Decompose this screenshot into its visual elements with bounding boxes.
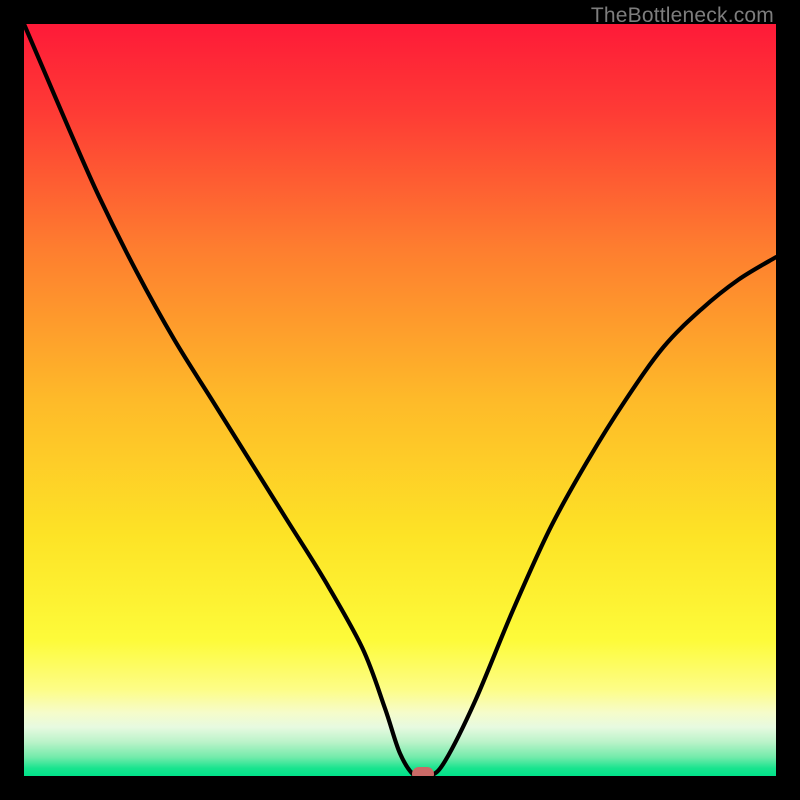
gradient-background [24,24,776,776]
chart-frame: TheBottleneck.com [0,0,800,800]
plot-area [24,24,776,776]
optimum-marker [412,767,434,776]
plot-svg [24,24,776,776]
